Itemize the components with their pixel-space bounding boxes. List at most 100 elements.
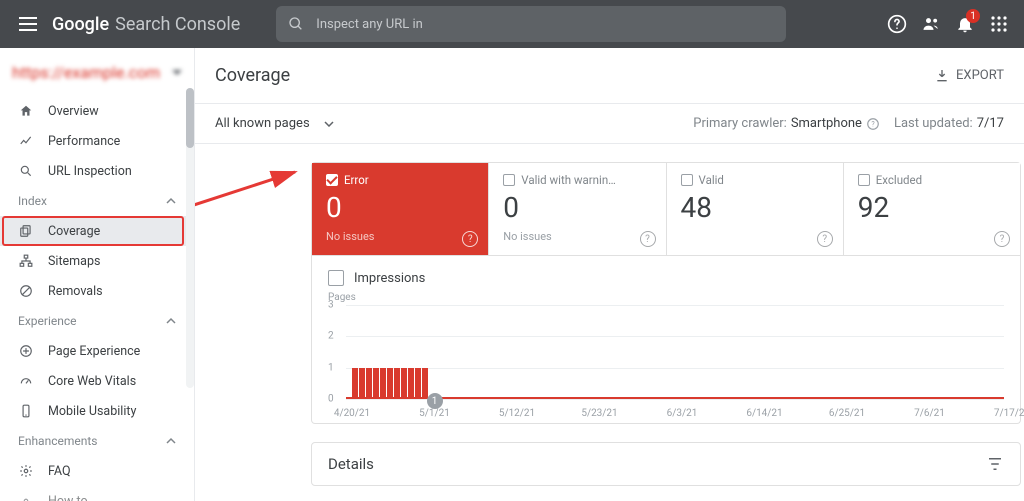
logo-text-2: Search Console [115, 14, 240, 35]
sidebar-item-label: Removals [48, 284, 103, 299]
trend-icon [18, 134, 34, 148]
sidebar-item-overview[interactable]: Overview [0, 96, 194, 126]
filter-label: All known pages [215, 116, 310, 131]
checkbox-icon [326, 174, 338, 186]
hamburger-menu-icon[interactable] [8, 4, 48, 44]
card-valid[interactable]: Valid 48 ? [667, 163, 844, 255]
page-title: Coverage [215, 65, 290, 86]
sidebar-group-enhancements[interactable]: Enhancements [0, 426, 194, 456]
product-logo: Google Search Console [52, 14, 240, 35]
sidebar-item-page-experience[interactable]: Page Experience [0, 336, 194, 366]
help-small-icon[interactable]: ? [866, 117, 880, 131]
blocked-icon [18, 284, 34, 298]
help-icon[interactable] [880, 7, 914, 41]
last-updated-value: 7/17 [977, 116, 1004, 131]
checkbox-icon [503, 174, 515, 186]
gear-icon [18, 494, 34, 501]
sidebar-group-label: Experience [18, 314, 77, 328]
sidebar-item-howto[interactable]: How to [0, 486, 194, 501]
sidebar-item-label: Coverage [48, 224, 100, 239]
sidebar-item-performance[interactable]: Performance [0, 126, 194, 156]
sidebar-item-faq[interactable]: FAQ [0, 456, 194, 486]
card-label: Valid [699, 173, 724, 187]
download-icon [934, 68, 950, 84]
sidebar-item-core-web-vitals[interactable]: Core Web Vitals [0, 366, 194, 396]
gauge-icon [18, 374, 34, 388]
chevron-up-icon [166, 436, 176, 446]
home-icon [18, 104, 34, 118]
last-updated-label: Last updated: [894, 116, 973, 131]
details-title: Details [328, 455, 374, 473]
card-error[interactable]: Error 0 No issues ? [312, 163, 489, 255]
url-inspect-search[interactable]: Inspect any URL in [276, 6, 786, 42]
apps-grid-icon[interactable] [982, 7, 1016, 41]
svg-text:?: ? [871, 120, 875, 128]
people-icon[interactable] [914, 7, 948, 41]
filter-dropdown[interactable]: All known pages [215, 116, 334, 131]
sidebar-item-label: URL Inspection [48, 164, 132, 179]
sidebar-item-label: Mobile Usability [48, 404, 136, 419]
card-note: No issues [326, 230, 474, 243]
checkbox-icon [858, 174, 870, 186]
sidebar-item-url-inspection[interactable]: URL Inspection [0, 156, 194, 186]
export-button[interactable]: EXPORT [934, 68, 1004, 84]
sidebar-item-label: FAQ [48, 464, 71, 479]
chevron-up-icon [166, 196, 176, 206]
sidebar-item-mobile-usability[interactable]: Mobile Usability [0, 396, 194, 426]
sidebar-item-sitemaps[interactable]: Sitemaps [0, 246, 194, 276]
help-small-icon[interactable]: ? [640, 231, 656, 247]
help-small-icon[interactable]: ? [994, 231, 1010, 247]
chart-annotation-marker[interactable]: 1 [427, 393, 443, 409]
logo-text-1: Google [52, 14, 109, 35]
gear-icon [18, 464, 34, 478]
help-small-icon[interactable]: ? [462, 231, 478, 247]
search-placeholder: Inspect any URL in [316, 17, 423, 32]
sidebar-group-experience[interactable]: Experience [0, 306, 194, 336]
sitemap-icon [18, 254, 34, 268]
impressions-checkbox[interactable] [328, 270, 344, 286]
sidebar-scrollbar[interactable] [186, 88, 194, 388]
card-valid-with-warnings[interactable]: Valid with warnin… 0 No issues ? [489, 163, 666, 255]
card-value: 92 [858, 191, 1006, 224]
card-label: Error [344, 173, 369, 187]
sidebar-group-index[interactable]: Index [0, 186, 194, 216]
search-icon [18, 164, 34, 178]
filter-icon[interactable] [986, 455, 1004, 473]
notifications-badge: 1 [966, 9, 980, 23]
chevron-down-icon [324, 121, 334, 127]
help-small-icon[interactable]: ? [817, 231, 833, 247]
sidebar-item-removals[interactable]: Removals [0, 276, 194, 306]
sidebar-item-coverage[interactable]: Coverage [0, 216, 194, 246]
status-cards: Error 0 No issues ? Valid with warnin… 0… [311, 162, 1021, 256]
sidebar-item-label: Sitemaps [48, 254, 100, 269]
sidebar-item-label: How to [48, 494, 88, 501]
checkbox-icon [681, 174, 693, 186]
primary-crawler-value[interactable]: Smartphone [791, 116, 862, 131]
plus-circle-icon [18, 344, 34, 358]
chart-panel: Impressions Pages 01234/20/215/1/215/12/… [311, 256, 1021, 424]
card-value: 48 [681, 191, 829, 224]
chevron-up-icon [166, 316, 176, 326]
y-axis-title: Pages [328, 292, 1004, 303]
sidebar: https://example.com Overview Performance… [0, 48, 195, 501]
sidebar-item-label: Page Experience [48, 344, 140, 359]
card-label: Valid with warnin… [521, 173, 616, 187]
details-panel: Details [311, 442, 1021, 486]
search-icon [288, 16, 304, 32]
sidebar-group-label: Index [18, 194, 47, 208]
property-selector[interactable]: https://example.com [0, 48, 194, 96]
impressions-label: Impressions [354, 271, 425, 286]
sidebar-group-label: Enhancements [18, 434, 98, 448]
annotation-arrow [195, 154, 315, 254]
copy-icon [18, 224, 34, 238]
sidebar-item-label: Performance [48, 134, 120, 149]
mobile-icon [18, 404, 34, 418]
chart-plot: 01234/20/215/1/215/12/215/23/216/3/216/1… [328, 305, 1004, 415]
card-note: No issues [503, 230, 651, 243]
primary-crawler-label: Primary crawler: [693, 116, 787, 131]
export-label: EXPORT [956, 68, 1004, 83]
sidebar-item-label: Overview [48, 104, 99, 119]
card-excluded[interactable]: Excluded 92 ? [844, 163, 1020, 255]
sidebar-item-label: Core Web Vitals [48, 374, 136, 389]
notifications-icon[interactable]: 1 [948, 7, 982, 41]
